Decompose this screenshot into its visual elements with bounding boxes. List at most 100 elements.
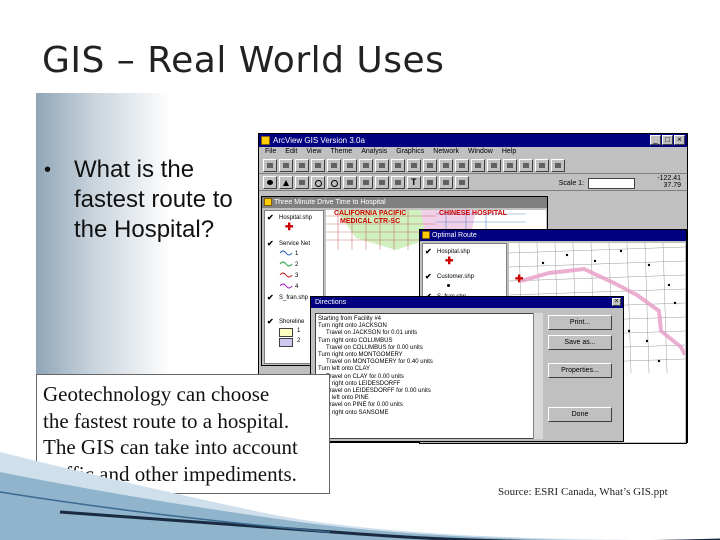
zoom-active-button[interactable]: [407, 158, 421, 172]
arcview-titlebar[interactable]: ArcView GIS Version 3.0a _ □ ×: [259, 134, 687, 147]
optimal-route-title: Optimal Route: [432, 232, 477, 239]
drive-time-titlebar[interactable]: Three Minute Drive Time to Hospital: [262, 197, 547, 208]
hospital-marker-icon: ✚: [515, 274, 524, 285]
close-button[interactable]: ×: [674, 135, 685, 145]
vertex-edit-tool[interactable]: [295, 175, 309, 189]
menu-graphics[interactable]: Graphics: [396, 147, 424, 157]
list-item: Starting from Facility #4: [318, 316, 382, 322]
help-button[interactable]: [551, 158, 565, 172]
draw-point-tool[interactable]: [423, 175, 437, 189]
minimize-button[interactable]: _: [650, 135, 661, 145]
menu-view[interactable]: View: [306, 147, 321, 157]
area-select-tool[interactable]: [391, 175, 405, 189]
optimal-route-table-of-contents: ✔ Hospital.shp ✚ ✔ Customer.shp ✔ S_fran…: [422, 243, 507, 303]
scale-area: Scale 1:: [559, 178, 635, 189]
legend-swatch: [279, 328, 293, 337]
toc-item[interactable]: Hospital.shp: [437, 249, 470, 255]
theme-properties-button[interactable]: [295, 158, 309, 172]
list-item: Turn right onto SANSOME: [318, 409, 389, 416]
legend-swatch: [279, 338, 293, 347]
properties-button[interactable]: Properties...: [548, 363, 612, 378]
text-tool[interactable]: [407, 175, 421, 189]
list-item: Turn right onto LEIDESDORFF: [318, 380, 401, 387]
route-tool[interactable]: [455, 175, 469, 189]
customer-point-icon: [447, 284, 450, 287]
coord-y: 37.79: [663, 182, 681, 189]
checkbox-icon[interactable]: ✔: [425, 247, 432, 256]
zoom-selected-button[interactable]: [423, 158, 437, 172]
save-as-button[interactable]: Save as...: [548, 335, 612, 350]
directions-scrollbar[interactable]: [533, 313, 543, 439]
bullet-dot: •: [44, 159, 52, 181]
checkbox-icon[interactable]: ✔: [425, 272, 432, 281]
toc-legend-value: 3: [295, 273, 299, 279]
zoom-full-button[interactable]: [391, 158, 405, 172]
locate-button[interactable]: [359, 158, 373, 172]
hotlink-tool[interactable]: [375, 175, 389, 189]
bottom-wave-decoration: [0, 452, 720, 540]
zoom-previous-button[interactable]: [471, 158, 485, 172]
toc-item[interactable]: S_fran.shp: [279, 295, 308, 301]
menu-file[interactable]: File: [265, 147, 276, 157]
zoom-out-tool[interactable]: [327, 175, 341, 189]
print-button[interactable]: Print...: [548, 315, 612, 330]
open-table-button[interactable]: [327, 158, 341, 172]
edit-legend-button[interactable]: [311, 158, 325, 172]
zoom-in-button[interactable]: [439, 158, 453, 172]
select-graphics-button[interactable]: [487, 158, 501, 172]
pointer-tool[interactable]: [279, 175, 293, 189]
hospital-symbol-icon: ✚: [285, 222, 294, 233]
menu-window[interactable]: Window: [468, 147, 493, 157]
directions-list[interactable]: Starting from Facility #4 Turn right ont…: [315, 313, 543, 439]
hospital-symbol-icon: ✚: [445, 256, 454, 267]
network-tool[interactable]: [439, 175, 453, 189]
toc-item[interactable]: Hospital.shp: [279, 215, 312, 221]
button-bar: [259, 157, 687, 174]
menubar: File Edit View Theme Analysis Graphics N…: [259, 147, 687, 157]
scale-input[interactable]: [588, 178, 635, 189]
map-label: MEDICAL CTR-SC: [340, 218, 401, 225]
clear-selection-button[interactable]: [503, 158, 517, 172]
bullet-line: What is the: [74, 156, 195, 183]
pan-tool[interactable]: [343, 175, 357, 189]
coord-x: -122.41: [657, 175, 681, 182]
layout-button[interactable]: [519, 158, 533, 172]
save-project-button[interactable]: [263, 158, 277, 172]
optimal-route-titlebar[interactable]: Optimal Route: [420, 230, 686, 241]
menu-analysis[interactable]: Analysis: [361, 147, 387, 157]
checkbox-icon[interactable]: ✔: [267, 213, 274, 222]
scale-label: Scale 1:: [558, 180, 584, 187]
slide-title: GIS – Real World Uses: [42, 40, 445, 81]
chart-button[interactable]: [535, 158, 549, 172]
maximize-button[interactable]: □: [662, 135, 673, 145]
bullet-line: fastest route to: [74, 186, 233, 213]
menu-network[interactable]: Network: [433, 147, 459, 157]
list-item: Turn right onto JACKSON: [318, 323, 387, 330]
menu-edit[interactable]: Edit: [285, 147, 297, 157]
directions-close-button[interactable]: ×: [612, 298, 621, 306]
identify-tool[interactable]: [263, 175, 277, 189]
checkbox-icon[interactable]: ✔: [267, 239, 274, 248]
done-button[interactable]: Done: [548, 407, 612, 422]
zoom-in-tool[interactable]: [311, 175, 325, 189]
map-label: CALIFORNIA PACIFIC: [334, 210, 407, 217]
add-theme-button[interactable]: [279, 158, 293, 172]
toc-item[interactable]: Customer.shp: [437, 274, 474, 280]
list-item: Travel on JACKSON for 0.01 units: [326, 330, 418, 337]
arcview-app-icon: [261, 136, 270, 145]
toc-item[interactable]: Shoreline: [279, 319, 304, 325]
menu-help[interactable]: Help: [502, 147, 516, 157]
find-button[interactable]: [343, 158, 357, 172]
toc-legend-value: 1: [295, 251, 299, 257]
zoom-out-button[interactable]: [455, 158, 469, 172]
checkbox-icon[interactable]: ✔: [267, 317, 274, 326]
query-button[interactable]: [375, 158, 389, 172]
toc-item[interactable]: Service Net: [279, 241, 310, 247]
menu-theme[interactable]: Theme: [330, 147, 352, 157]
checkbox-icon[interactable]: ✔: [267, 293, 274, 302]
coordinate-readout: -122.41 37.79: [641, 175, 681, 189]
directions-titlebar[interactable]: Directions ×: [311, 297, 623, 308]
toc-legend-value: 2: [297, 338, 301, 344]
list-item: Turn left onto PINE: [318, 395, 369, 402]
measure-tool[interactable]: [359, 175, 373, 189]
